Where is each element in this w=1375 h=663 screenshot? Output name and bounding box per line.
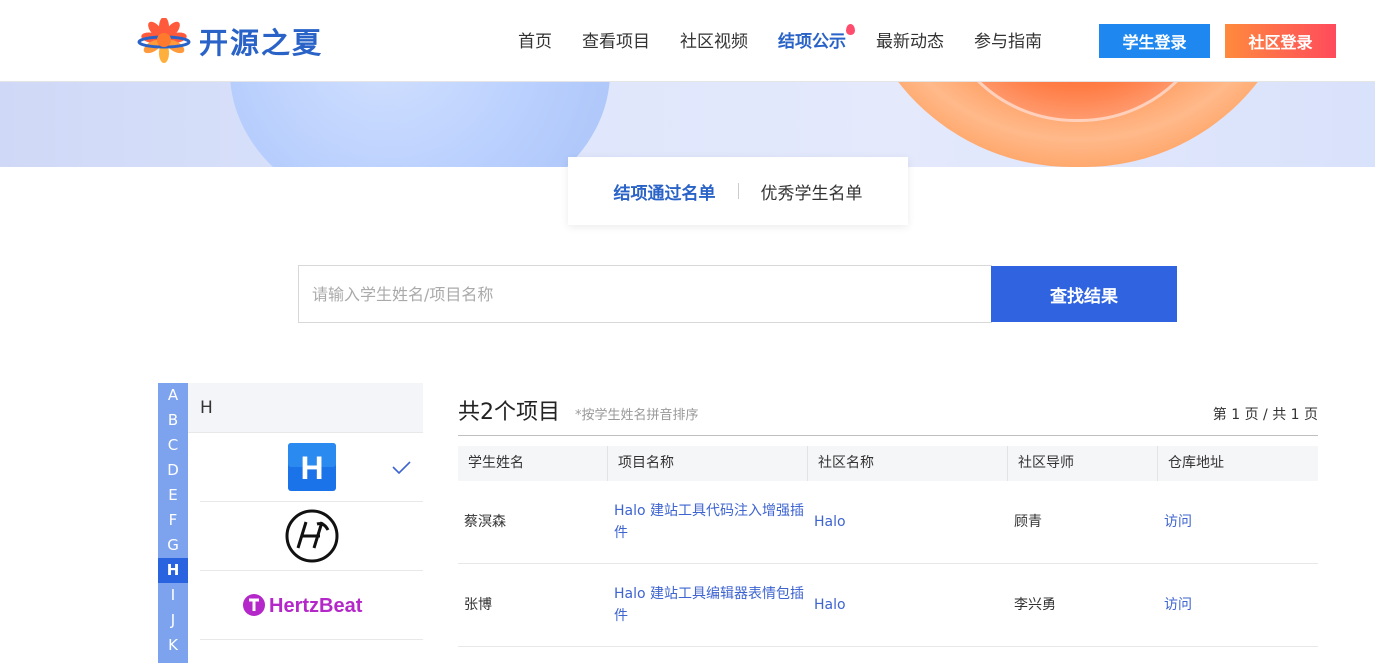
alpha-letter-i[interactable]: I [158,583,188,608]
cell-student: 张博 [464,597,492,613]
col-project: 项目名称 [608,446,808,481]
results-sort-note: *按学生姓名拼音排序 [575,408,699,423]
cell-community-link[interactable]: Halo [808,594,1008,616]
col-student: 学生姓名 [458,446,608,481]
page-indicator: 第 1 页 / 共 1 页 [1212,407,1318,423]
table-row: 张博 Halo 建站工具编辑器表情包插件 Halo 李兴勇 访问 [458,564,1318,647]
alpha-letter-g[interactable]: G [158,533,188,558]
nav-news[interactable]: 最新动态 [876,27,944,52]
nav-videos[interactable]: 社区视频 [680,27,748,52]
community-group-header: H [188,383,423,433]
col-repo: 仓库地址 [1168,455,1224,471]
search-button[interactable]: 查找结果 [991,266,1177,322]
results-table: 学生姓名 项目名称 社区名称 社区导师 仓库地址 蔡溟森 Halo 建站工具代码… [458,446,1318,647]
cell-repo-link[interactable]: 访问 [1158,594,1318,616]
top-header: 开源之夏 首页 查看项目 社区视频 结项公示 最新动态 参与指南 学生登录 社区… [0,0,1375,82]
col-mentor: 社区导师 [1008,446,1158,481]
tab-excellent-list[interactable]: 优秀学生名单 [739,179,885,204]
table-row: 蔡溟森 Halo 建站工具代码注入增强插件 Halo 顾青 访问 [458,481,1318,564]
alpha-letter-c[interactable]: C [158,433,188,458]
banner-decoration-orb [230,82,610,167]
svg-text:HertzBeat: HertzBeat [269,595,363,617]
alpha-letter-d[interactable]: D [158,458,188,483]
check-icon [392,461,411,475]
alpha-letter-j[interactable]: J [158,608,188,633]
results-count-title: 共2个项目 [458,400,560,425]
tab-passed-list[interactable]: 结项通过名单 [592,179,738,204]
alpha-letter-e[interactable]: E [158,483,188,508]
table-header: 学生姓名 项目名称 社区名称 社区导师 仓库地址 [458,446,1318,481]
logo[interactable]: 开源之夏 [137,17,324,64]
community-item-hertzbeat[interactable]: HertzBeat [200,571,423,640]
hot-flame-icon [846,24,855,35]
nav-guide[interactable]: 参与指南 [974,27,1042,52]
search-input[interactable] [298,265,992,323]
alpha-letter-a[interactable]: A [158,383,188,408]
flower-logo-icon [137,17,191,64]
cell-community-link[interactable]: Halo [808,511,1008,533]
community-login-button[interactable]: 社区登录 [1225,24,1336,58]
hero-banner [0,82,1375,167]
nav-projects[interactable]: 查看项目 [582,27,650,52]
logo-text: 开源之夏 [199,26,324,60]
student-login-button[interactable]: 学生登录 [1099,24,1210,58]
alpha-letter-k[interactable]: K [158,633,188,658]
community-item-hg[interactable] [200,502,423,571]
cell-project-link[interactable]: Halo 建站工具代码注入增强插件 [608,500,808,544]
alpha-letter-b[interactable]: B [158,408,188,433]
hg-logo-icon [285,509,338,563]
alphabet-index: A B C D E F G H I J K [158,383,188,663]
results-divider [458,435,1318,436]
svg-text:H: H [300,450,323,486]
nav-home[interactable]: 首页 [518,27,552,52]
col-community: 社区名称 [808,446,1008,481]
main-nav: 首页 查看项目 社区视频 结项公示 最新动态 参与指南 [518,24,1072,52]
community-item-halo[interactable]: H [200,433,423,502]
hertzbeat-logo-icon: HertzBeat [242,594,363,617]
cell-project-link[interactable]: Halo 建站工具编辑器表情包插件 [608,583,808,627]
cell-mentor: 李兴勇 [1014,597,1056,613]
nav-results[interactable]: 结项公示 [778,24,855,52]
halo-logo-icon: H [287,443,336,491]
alpha-letter-h[interactable]: H [158,558,188,583]
cell-repo-link[interactable]: 访问 [1158,511,1318,533]
list-tabs: 结项通过名单 优秀学生名单 [568,157,908,225]
nav-results-label: 结项公示 [778,32,846,52]
cell-student: 蔡溟森 [464,514,506,530]
community-list: H H HertzBeat [188,383,423,663]
cell-mentor: 顾青 [1014,514,1042,530]
alpha-letter-f[interactable]: F [158,508,188,533]
